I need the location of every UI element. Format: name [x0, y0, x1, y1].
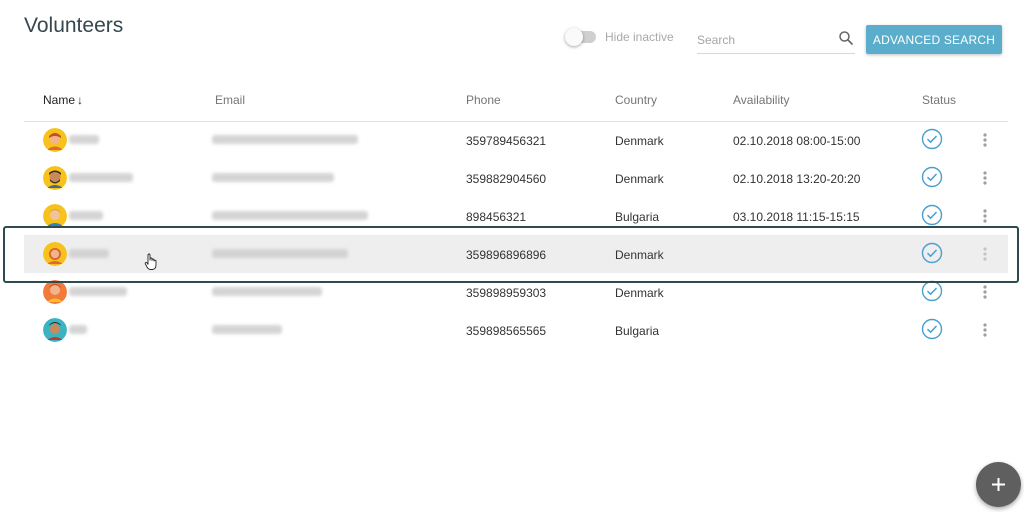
table-row[interactable]: 359882904560 Denmark 02.10.2018 13:20-20… — [24, 159, 1008, 197]
phone-cell: 359898959303 — [466, 286, 547, 300]
column-header-availability[interactable]: Availability — [733, 93, 789, 107]
check-circle-icon — [921, 204, 943, 226]
blurred-email — [212, 325, 282, 334]
table-row[interactable]: 359898565565 Bulgaria — [24, 311, 1008, 349]
country-cell: Denmark — [615, 172, 664, 186]
country-cell: Denmark — [615, 286, 664, 300]
hide-inactive-toggle[interactable]: Hide inactive — [565, 28, 674, 46]
search-box — [697, 26, 855, 54]
blurred-name — [69, 173, 133, 182]
phone-cell: 359882904560 — [466, 172, 547, 186]
blurred-name — [69, 211, 103, 220]
phone-cell: 898456321 — [466, 210, 527, 224]
hand-cursor-icon — [144, 253, 157, 270]
blurred-email — [212, 287, 322, 296]
blurred-email — [212, 173, 334, 182]
country-cell: Bulgaria — [615, 324, 660, 338]
check-circle-icon — [921, 128, 943, 150]
avatar-icon — [43, 318, 67, 342]
availability-cell: 02.10.2018 13:20-20:20 — [733, 172, 861, 186]
check-circle-icon — [921, 280, 943, 302]
column-header-phone[interactable]: Phone — [466, 93, 501, 107]
column-header-status: Status — [922, 93, 957, 107]
avatar-icon — [43, 128, 67, 152]
blurred-name — [69, 135, 99, 144]
more-vert-icon[interactable] — [980, 283, 990, 301]
table-row[interactable]: 359789456321 Denmark 02.10.2018 08:00-15… — [24, 121, 1008, 159]
blurred-email — [212, 135, 358, 144]
blurred-name — [69, 287, 127, 296]
sort-down-arrow-icon: ↓ — [77, 93, 84, 107]
blurred-name — [69, 325, 87, 334]
availability-cell: 02.10.2018 08:00-15:00 — [733, 134, 861, 148]
column-header-name[interactable]: Name ↓ — [43, 93, 83, 107]
avatar-icon — [43, 280, 67, 304]
more-vert-icon[interactable] — [980, 321, 990, 339]
avatar-icon — [43, 166, 67, 190]
search-input[interactable] — [697, 31, 827, 49]
advanced-search-button[interactable]: ADVANCED SEARCH — [866, 25, 1002, 54]
toggle-track[interactable] — [565, 28, 596, 46]
country-cell: Denmark — [615, 134, 664, 148]
phone-cell: 359898565565 — [466, 324, 547, 338]
blurred-email — [212, 211, 368, 220]
column-header-email[interactable]: Email — [215, 93, 245, 107]
more-vert-icon[interactable] — [980, 131, 990, 149]
search-icon[interactable] — [837, 29, 855, 47]
column-header-name-label: Name — [43, 93, 76, 107]
page-title: Volunteers — [24, 14, 124, 37]
phone-cell: 359789456321 — [466, 134, 547, 148]
table-header: Name ↓ Email Phone Country Availability … — [24, 84, 1008, 122]
plus-icon — [992, 478, 1005, 491]
check-circle-icon — [921, 318, 943, 340]
avatar-icon — [43, 204, 67, 228]
availability-cell: 03.10.2018 11:15-15:15 — [733, 210, 860, 224]
more-vert-icon[interactable] — [980, 207, 990, 225]
more-vert-icon[interactable] — [980, 169, 990, 187]
country-cell: Bulgaria — [615, 210, 660, 224]
toggle-knob[interactable] — [565, 28, 583, 46]
hide-inactive-label: Hide inactive — [605, 30, 674, 44]
add-volunteer-button[interactable] — [976, 462, 1021, 507]
column-header-country[interactable]: Country — [615, 93, 657, 107]
check-circle-icon — [921, 166, 943, 188]
